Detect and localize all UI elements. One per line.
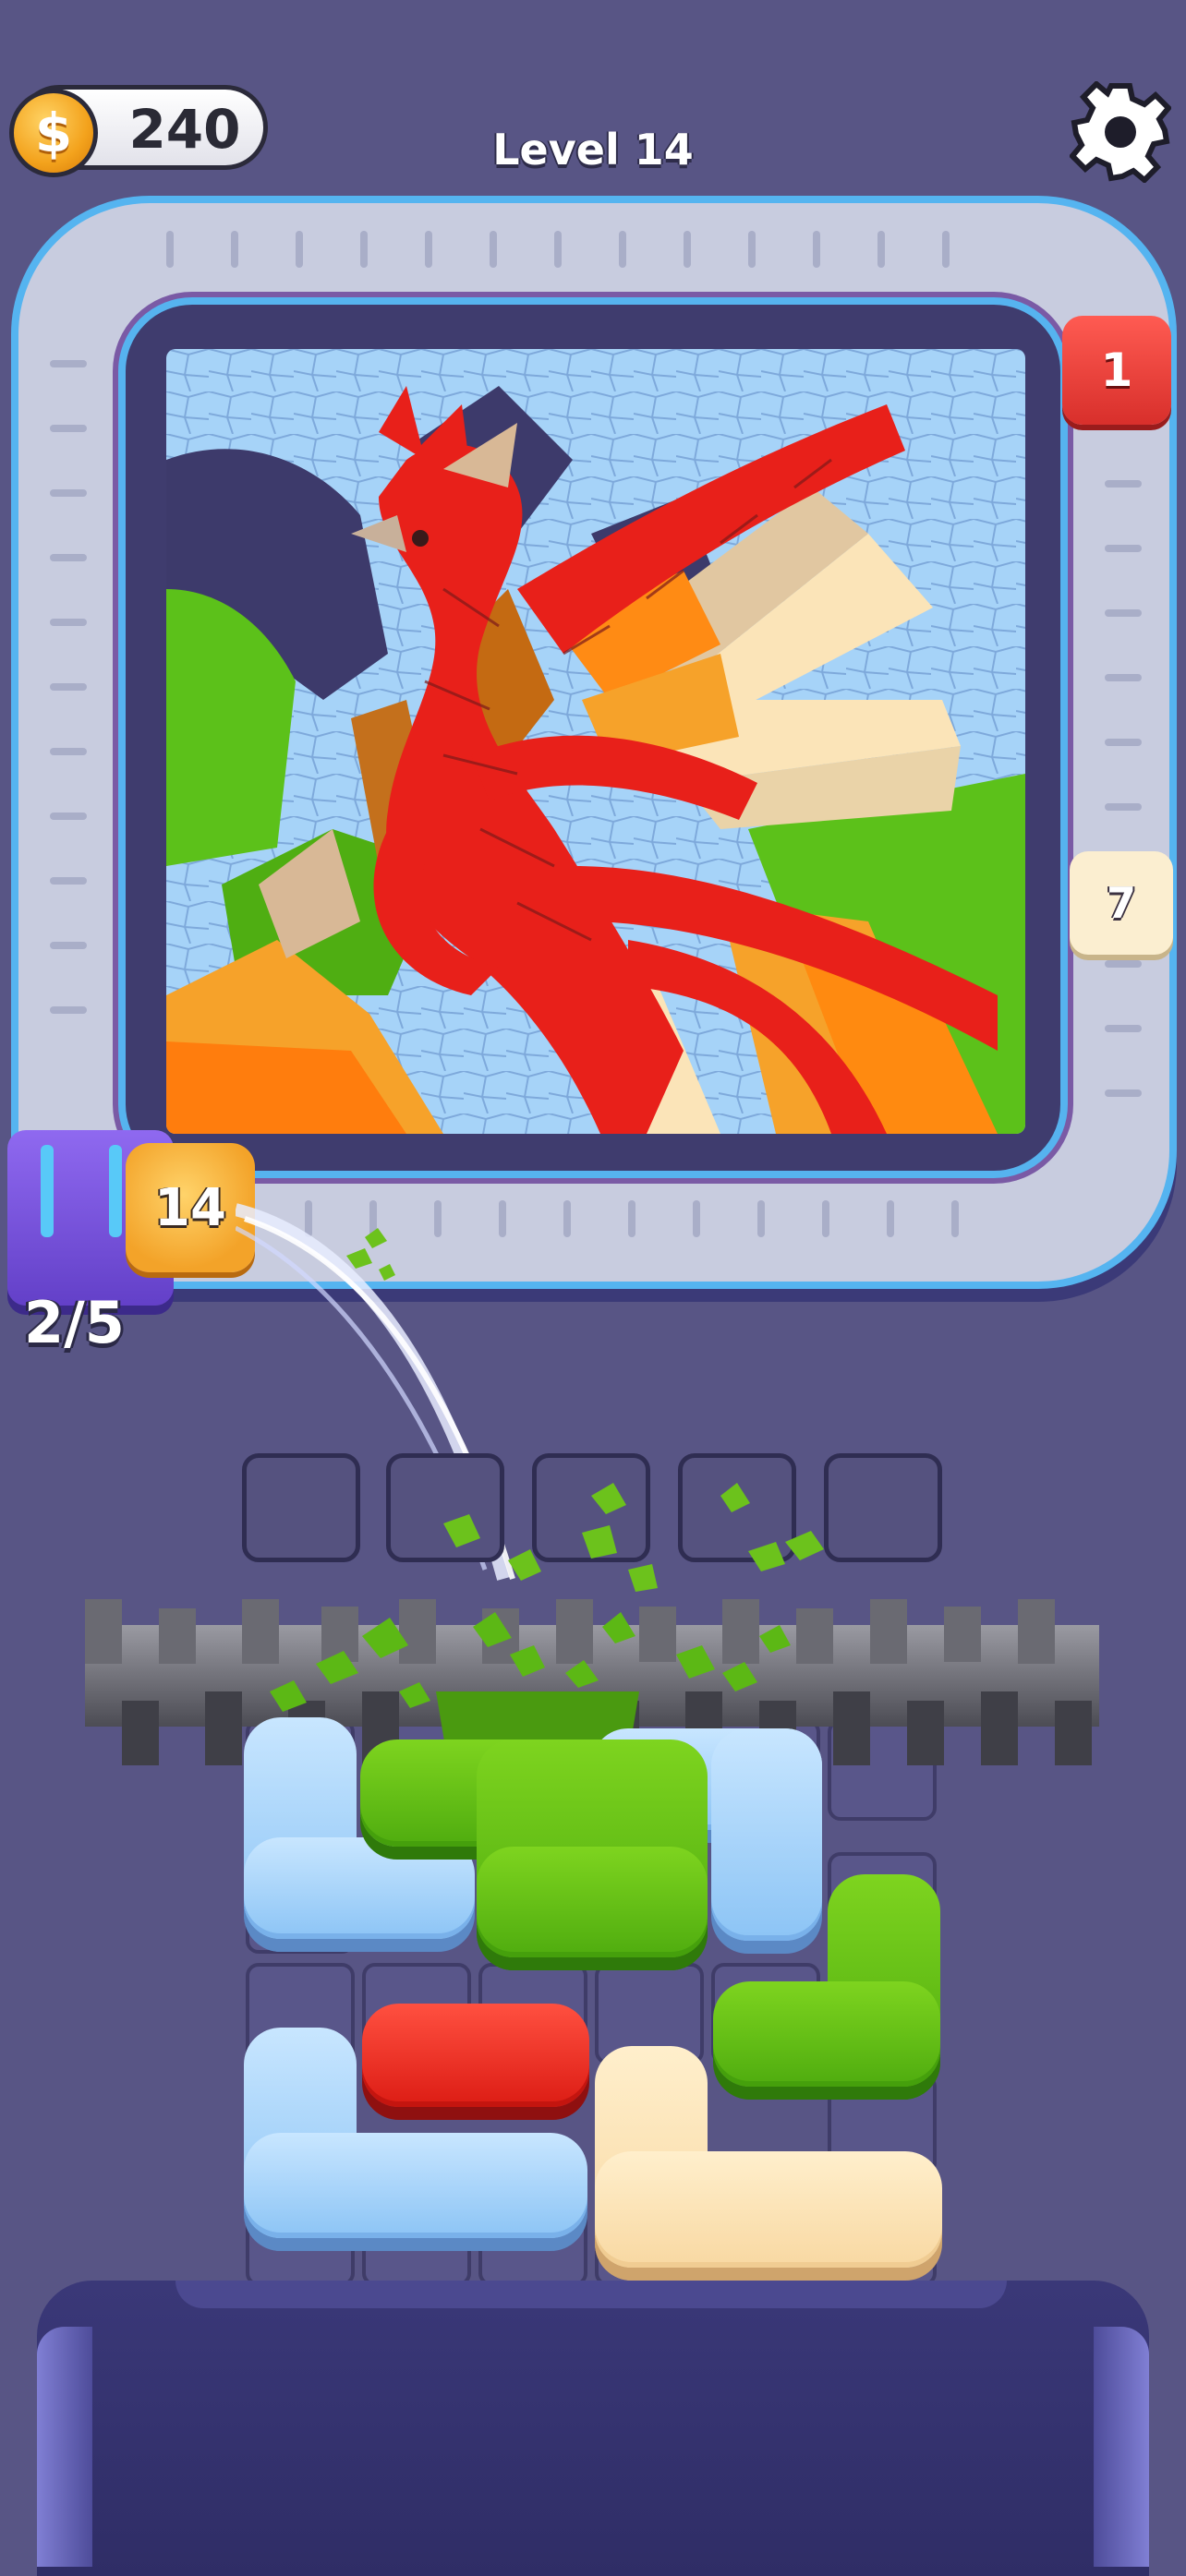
dollar-coin-icon: $ — [9, 89, 98, 177]
cannon-slot — [41, 1145, 54, 1237]
flying-shards — [443, 1483, 824, 1592]
blue-block-part[interactable] — [244, 2133, 587, 2238]
tray-edge — [1094, 2327, 1149, 2567]
red-block[interactable] — [362, 2004, 589, 2107]
cream-block-part[interactable] — [595, 2151, 942, 2268]
tray-edge — [37, 2327, 92, 2567]
blue-block-part[interactable] — [711, 1728, 822, 1941]
ammo-progress: 2/5 — [24, 1289, 125, 1356]
gear-icon — [1068, 79, 1173, 185]
empty-slot — [824, 1453, 942, 1562]
red-block-counter: 1 — [1062, 316, 1171, 425]
cream-block-counter: 7 — [1070, 851, 1173, 955]
cannon-slot — [109, 1145, 122, 1237]
level-title: Level 14 — [492, 125, 694, 175]
green-block-part[interactable] — [713, 1981, 940, 2087]
block-tray — [37, 2281, 1149, 2576]
blue-block-part[interactable] — [244, 1837, 475, 1939]
stained-glass-phoenix-picture — [166, 349, 1025, 1134]
settings-button[interactable] — [1068, 79, 1173, 185]
coin-count: 240 — [128, 98, 241, 161]
tray-lip — [175, 2281, 1007, 2308]
green-block-part[interactable] — [477, 1847, 708, 1957]
coin-symbol: $ — [34, 102, 73, 164]
empty-slot — [242, 1453, 360, 1562]
